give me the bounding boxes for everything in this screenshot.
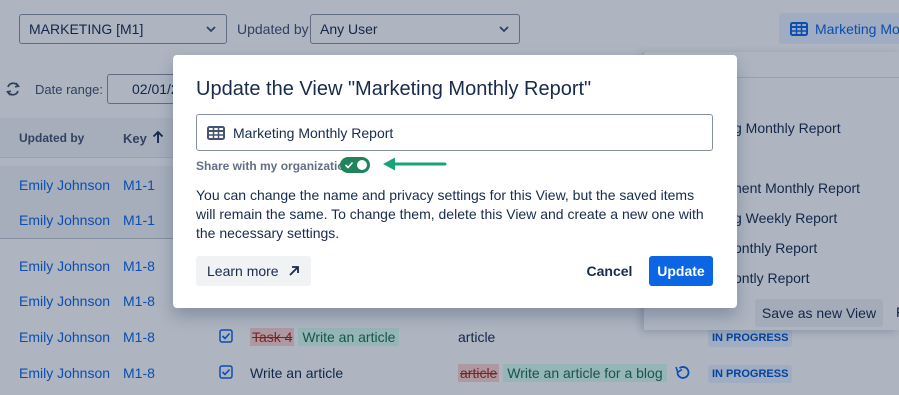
dialog-title: Update the View "Marketing Monthly Repor… bbox=[196, 78, 592, 100]
view-name-field[interactable] bbox=[196, 114, 713, 151]
check-icon bbox=[344, 161, 354, 169]
external-link-arrow-icon bbox=[288, 266, 299, 276]
update-view-dialog: Update the View "Marketing Monthly Repor… bbox=[173, 55, 737, 308]
cancel-button[interactable]: Cancel bbox=[578, 256, 641, 286]
share-toggle[interactable] bbox=[340, 157, 370, 173]
learn-more-label: Learn more bbox=[207, 263, 279, 279]
update-label: Update bbox=[657, 263, 705, 279]
share-toggle-label: Share with my organization bbox=[196, 159, 353, 173]
table-icon bbox=[207, 125, 225, 140]
update-button[interactable]: Update bbox=[649, 256, 713, 286]
learn-more-button[interactable]: Learn more bbox=[196, 256, 311, 286]
annotation-arrow-icon bbox=[383, 157, 447, 171]
view-name-input[interactable] bbox=[233, 124, 703, 141]
cancel-label: Cancel bbox=[586, 263, 633, 279]
toggle-knob bbox=[357, 160, 367, 170]
dialog-description: You can change the name and privacy sett… bbox=[196, 187, 704, 241]
